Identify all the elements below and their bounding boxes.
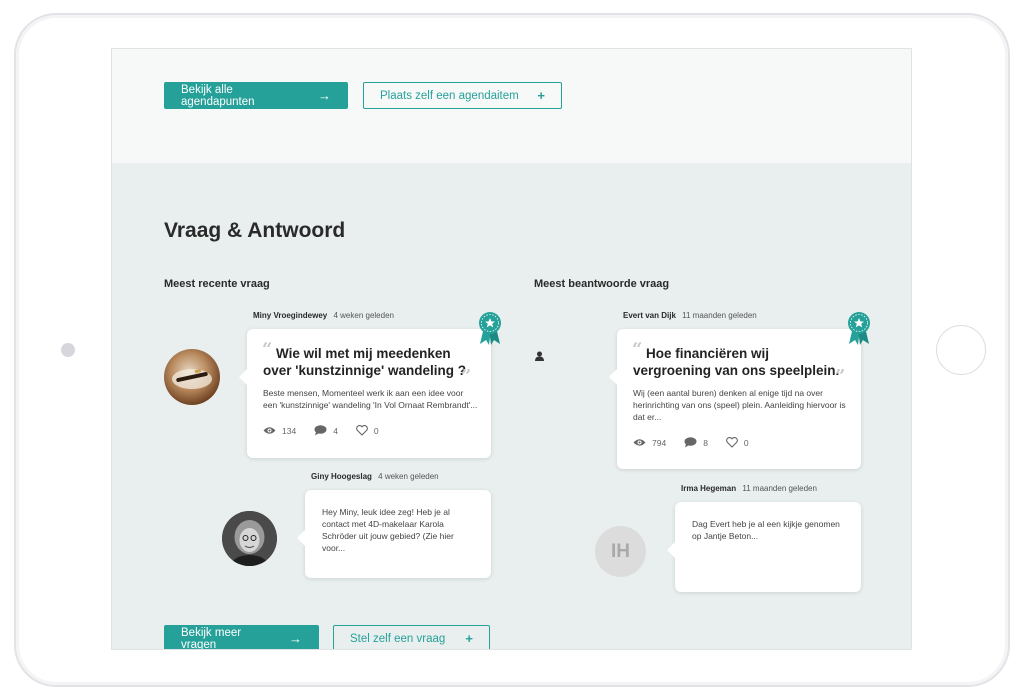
question-author[interactable]: Evert van Dijk — [623, 311, 676, 320]
avatar[interactable] — [164, 349, 220, 405]
comments-count: 8 — [703, 437, 708, 448]
recent-question-card[interactable]: “ Wie wil met mij meedenken over 'kunstz… — [239, 329, 491, 458]
views-stat: 134 — [263, 426, 296, 436]
award-ribbon-icon — [479, 312, 501, 345]
reply-excerpt-line4: voor... — [322, 543, 346, 553]
arrow-right-icon: → — [289, 631, 302, 646]
view-all-agenda-button[interactable]: Bekijk alle agendapunten → — [164, 82, 348, 109]
screen: Bekijk alle agendapunten → Plaats zelf e… — [111, 48, 912, 650]
reply-meta: Irma Hegeman 11 maanden geleden — [681, 484, 817, 493]
question-title-line1: Wie wil met mij meedenken — [276, 346, 451, 361]
question-meta: Miny Vroegindewey 4 weken geleden — [253, 311, 394, 320]
question-time: 4 weken geleden — [333, 311, 394, 320]
question-title-line2: vergroening van ons speelplein. — [633, 363, 840, 378]
heart-icon — [356, 425, 368, 436]
place-agenda-item-label: Plaats zelf een agendaitem — [380, 89, 519, 102]
reply-author[interactable]: Giny Hoogeslag — [311, 472, 372, 481]
question-stats: 134 4 0 — [263, 425, 397, 436]
likes-stat[interactable]: 0 — [356, 425, 379, 436]
qa-title: Vraag & Antwoord — [164, 219, 346, 242]
reply-card[interactable]: Hey Miny, leuk idee zeg! Heb je al conta… — [297, 490, 491, 578]
question-excerpt-line3: dat er... — [633, 412, 662, 422]
quote-close-icon: ” — [461, 366, 472, 387]
reply-excerpt-line1: Dag Evert heb je al een kijkje genomen — [692, 519, 840, 529]
recent-question-heading: Meest recente vraag — [164, 278, 270, 290]
question-excerpt: Wij (een aantal buren) denken al enige t… — [633, 387, 859, 423]
question-stats: 794 8 0 — [633, 437, 767, 448]
eye-icon — [633, 439, 646, 446]
question-excerpt-line2: een 'kunstzinnige' wandeling 'In Vol Orn… — [263, 400, 478, 410]
view-all-agenda-label: Bekijk alle agendapunten — [181, 83, 255, 108]
question-excerpt-line1: Beste mensen, Momenteel werk ik aan een … — [263, 388, 464, 398]
tablet-camera — [61, 343, 75, 357]
arrow-right-icon: → — [318, 88, 331, 103]
reply-time: 11 maanden geleden — [742, 484, 817, 493]
reply-excerpt: Hey Miny, leuk idee zeg! Heb je al conta… — [322, 506, 482, 554]
reply-excerpt: Dag Evert heb je al een kijkje genomen o… — [692, 518, 857, 542]
eye-icon — [263, 427, 276, 434]
views-stat: 794 — [633, 438, 666, 448]
place-agenda-item-button[interactable]: Plaats zelf een agendaitem + — [363, 82, 562, 109]
question-excerpt: Beste mensen, Momenteel werk ik aan een … — [263, 387, 483, 411]
reply-card[interactable]: Dag Evert heb je al een kijkje genomen o… — [667, 502, 861, 592]
comment-icon — [314, 425, 327, 436]
question-title[interactable]: Wie wil met mij meedenken over 'kunstzin… — [263, 345, 466, 379]
avatar-photo — [172, 369, 212, 389]
initials-avatar[interactable]: IH — [595, 526, 646, 577]
avatar[interactable] — [222, 511, 277, 566]
plus-icon: + — [465, 631, 473, 646]
reply-time: 4 weken geleden — [378, 472, 439, 481]
question-author[interactable]: Miny Vroegindewey — [253, 311, 327, 320]
question-excerpt-line2: herinrichting van ons (speel) plein. Aan… — [633, 400, 846, 410]
reply-excerpt-line3: Schröder uit jouw gebied? (Zie hier — [322, 531, 454, 541]
plus-icon: + — [537, 88, 545, 103]
most-answered-question-card[interactable]: “ Hoe financiëren wij vergroening van on… — [609, 329, 861, 469]
reply-meta: Giny Hoogeslag 4 weken geleden — [311, 472, 439, 481]
reply-excerpt-line2: op Jantje Beton... — [692, 531, 759, 541]
likes-stat[interactable]: 0 — [726, 437, 749, 448]
question-title-line2: over 'kunstzinnige' wandeling ? — [263, 363, 466, 378]
question-time: 11 maanden geleden — [682, 311, 757, 320]
comments-count: 4 — [333, 425, 338, 436]
ask-question-label: Stel zelf een vraag — [350, 632, 446, 645]
views-count: 794 — [652, 437, 667, 448]
tablet-home-button[interactable] — [936, 325, 986, 375]
reply-excerpt-line1: Hey Miny, leuk idee zeg! Heb je al — [322, 507, 450, 517]
question-meta: Evert van Dijk 11 maanden geleden — [623, 311, 757, 320]
ask-question-button[interactable]: Stel zelf een vraag + — [333, 625, 490, 649]
avatar-photo — [222, 511, 277, 566]
question-excerpt-line1: Wij (een aantal buren) denken al enige t… — [633, 388, 823, 398]
more-questions-label: Bekijk meer vragen — [181, 626, 242, 650]
views-count: 134 — [282, 425, 297, 436]
question-title[interactable]: Hoe financiëren wij vergroening van ons … — [633, 345, 839, 379]
heart-icon — [726, 437, 738, 448]
quote-close-icon: ” — [835, 366, 846, 387]
user-icon — [535, 351, 544, 361]
award-ribbon-icon — [848, 312, 870, 345]
reply-author[interactable]: Irma Hegeman — [681, 484, 736, 493]
comments-stat: 4 — [314, 425, 338, 436]
likes-count: 0 — [373, 425, 379, 436]
comment-icon — [684, 437, 697, 448]
comments-stat: 8 — [684, 437, 708, 448]
question-title-line1: Hoe financiëren wij — [646, 346, 770, 361]
most-answered-heading: Meest beantwoorde vraag — [534, 278, 670, 290]
likes-count: 0 — [743, 437, 749, 448]
more-questions-button[interactable]: Bekijk meer vragen → — [164, 625, 319, 650]
reply-excerpt-line2: contact met 4D-makelaar Karola — [322, 519, 444, 529]
